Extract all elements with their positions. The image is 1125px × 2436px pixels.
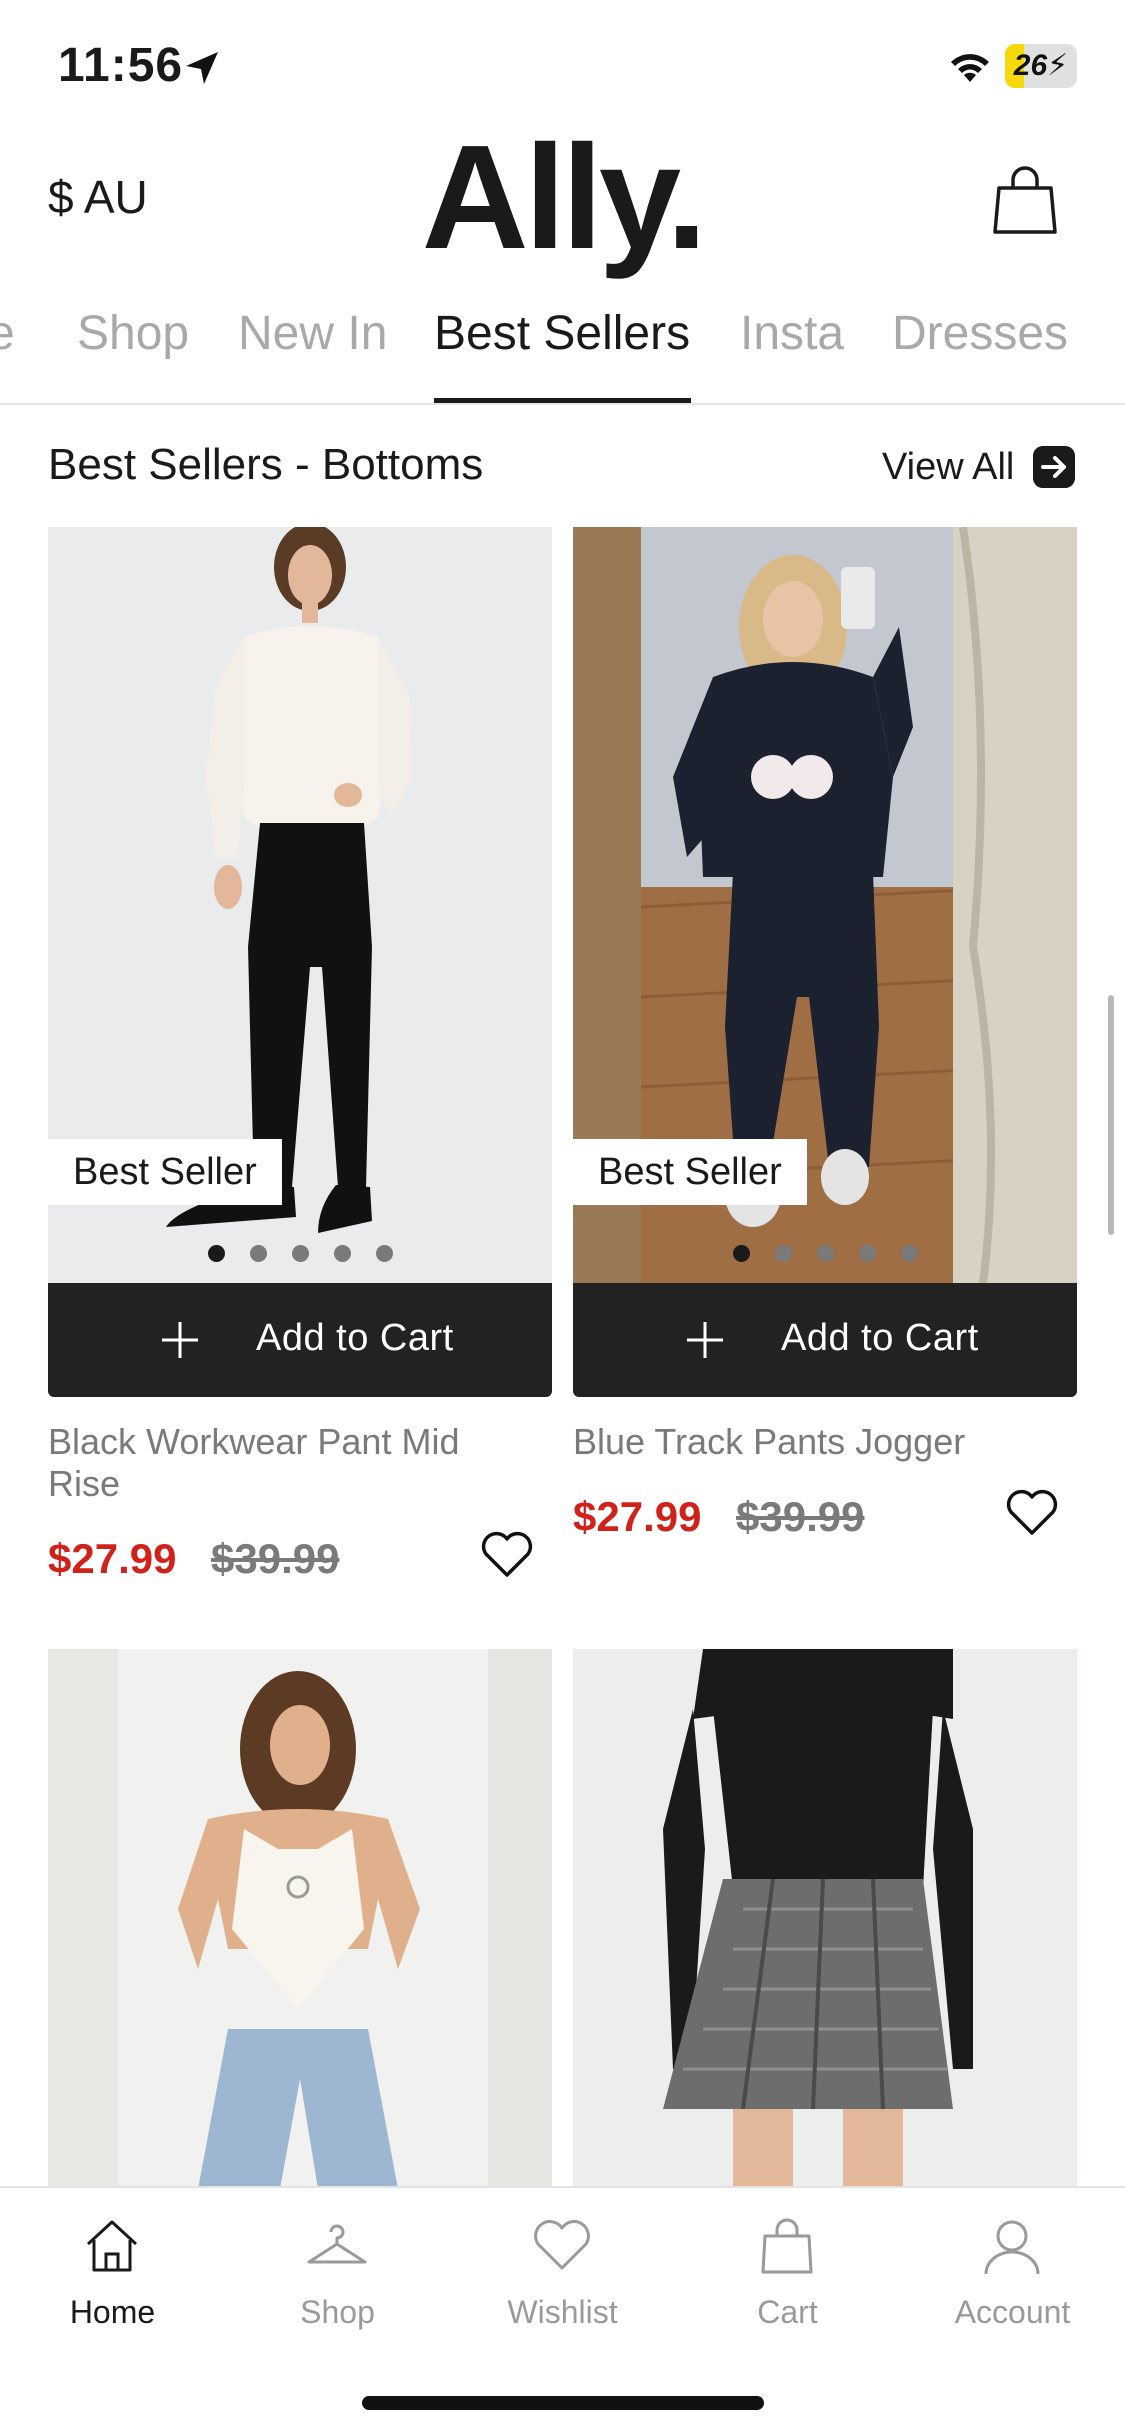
- battery-indicator: 26⚡: [1005, 44, 1077, 88]
- nav-shop[interactable]: Shop: [225, 2188, 450, 2368]
- carousel-dot[interactable]: [733, 1245, 750, 1262]
- nav-wishlist[interactable]: Wishlist: [450, 2188, 675, 2368]
- hanger-icon: [307, 2224, 367, 2264]
- nav-label: Home: [69, 2294, 156, 2330]
- plus-icon: [687, 1322, 723, 1358]
- heart-icon[interactable]: [1005, 1487, 1059, 1537]
- view-all-link[interactable]: View All: [882, 446, 1014, 489]
- carousel-dot[interactable]: [292, 1245, 309, 1262]
- home-icon: [86, 2220, 138, 2272]
- sale-price: $27.99: [48, 1535, 177, 1582]
- location-arrow-icon: [186, 52, 218, 84]
- original-price: $39.99: [736, 1493, 865, 1540]
- tab-shop[interactable]: Shop: [77, 306, 189, 361]
- product-name[interactable]: Blue Track Pants Jogger: [573, 1421, 1053, 1463]
- heart-icon[interactable]: [480, 1529, 534, 1579]
- scrollbar-thumb[interactable]: [1108, 995, 1114, 1235]
- best-seller-badge: Best Seller: [573, 1139, 807, 1205]
- image-carousel-dots[interactable]: [48, 1245, 552, 1265]
- nav-label: Account: [954, 2294, 1071, 2330]
- carousel-dot[interactable]: [376, 1245, 393, 1262]
- carousel-dot[interactable]: [208, 1245, 225, 1262]
- tab-sale[interactable]: e: [0, 306, 15, 361]
- original-price: $39.99: [211, 1535, 340, 1582]
- home-indicator: [362, 2396, 764, 2410]
- add-to-cart-button[interactable]: Add to Cart: [48, 1283, 552, 1397]
- best-seller-badge: Best Seller: [48, 1139, 282, 1205]
- category-tabs: e Shop New In Best Sellers Insta Dresses: [0, 290, 1125, 405]
- carousel-dot[interactable]: [859, 1245, 876, 1262]
- tab-insta[interactable]: Insta: [740, 306, 844, 361]
- bag-icon: [761, 2218, 813, 2274]
- tab-new-in[interactable]: New In: [238, 306, 387, 361]
- product-photo-plaid-skirt: [573, 1649, 1077, 2189]
- shopping-bag-icon: [993, 166, 1057, 234]
- plus-icon: [162, 1322, 198, 1358]
- product-photo-halter-top: [48, 1649, 552, 2189]
- heart-icon: [534, 2220, 590, 2270]
- nav-home[interactable]: Home: [0, 2188, 225, 2368]
- image-carousel-dots[interactable]: [573, 1245, 1077, 1265]
- tab-best-sellers[interactable]: Best Sellers: [434, 306, 690, 361]
- nav-label: Shop: [300, 2294, 375, 2330]
- add-to-cart-button[interactable]: Add to Cart: [573, 1283, 1077, 1397]
- add-to-cart-label: Add to Cart: [256, 1317, 454, 1359]
- carousel-dot[interactable]: [901, 1245, 918, 1262]
- brand-logo[interactable]: Ally.: [0, 118, 1125, 278]
- nav-account[interactable]: Account: [900, 2188, 1125, 2368]
- sale-price: $27.99: [573, 1493, 702, 1540]
- carousel-dot[interactable]: [817, 1245, 834, 1262]
- section-title: Best Sellers - Bottoms: [48, 440, 484, 489]
- user-icon: [984, 2220, 1040, 2275]
- product-image[interactable]: [48, 1649, 552, 2189]
- product-image[interactable]: Best Seller: [48, 527, 552, 1283]
- carousel-dot[interactable]: [250, 1245, 267, 1262]
- product-name[interactable]: Black Workwear Pant Mid Rise: [48, 1421, 528, 1505]
- carousel-dot[interactable]: [334, 1245, 351, 1262]
- tab-dresses[interactable]: Dresses: [892, 306, 1068, 361]
- product-image[interactable]: [573, 1649, 1077, 2189]
- nav-label: Cart: [757, 2294, 818, 2330]
- status-time: 11:56: [58, 39, 184, 92]
- nav-label: Wishlist: [507, 2294, 618, 2330]
- header-bag-button[interactable]: [985, 160, 1065, 240]
- nav-cart[interactable]: Cart: [675, 2188, 900, 2368]
- carousel-dot[interactable]: [775, 1245, 792, 1262]
- product-image[interactable]: Best Seller: [573, 527, 1077, 1283]
- add-to-cart-label: Add to Cart: [781, 1317, 979, 1359]
- arrow-right-icon[interactable]: [1033, 446, 1075, 488]
- active-tab-indicator: [434, 398, 691, 403]
- wifi-icon: [951, 54, 989, 82]
- battery-percent: 26⚡: [1013, 49, 1069, 82]
